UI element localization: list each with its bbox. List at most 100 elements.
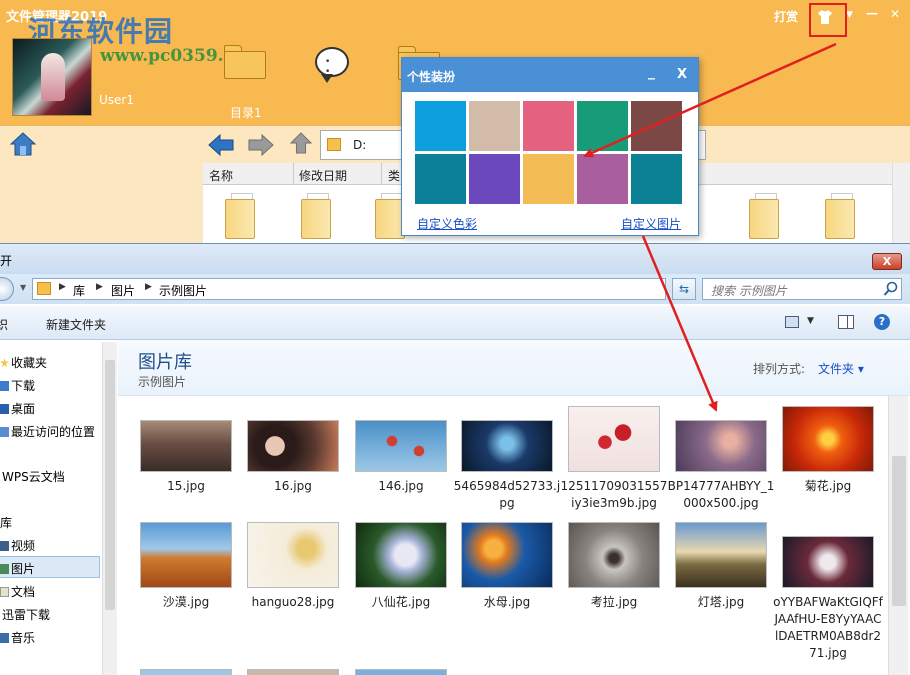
- color-swatch[interactable]: [523, 101, 574, 151]
- crumb-arrow-icon[interactable]: ▶: [145, 282, 152, 292]
- file-item[interactable]: 沙漠.jpg: [140, 522, 232, 611]
- chat-bubble-icon[interactable]: • •: [315, 47, 349, 83]
- file-item[interactable]: 八仙花.jpg: [355, 522, 447, 611]
- address-bar[interactable]: ▶ 库 ▶ 图片 ▶ 示例图片 ▼: [32, 278, 695, 300]
- file-item[interactable]: 水母.jpg: [461, 522, 553, 611]
- nav-music[interactable]: 音乐: [0, 629, 35, 646]
- nav-wps[interactable]: WPS云文档: [0, 468, 65, 485]
- video-icon: [0, 541, 9, 551]
- dialog-minimize-button[interactable]: _: [648, 64, 655, 80]
- download-icon: [0, 381, 9, 391]
- music-icon: [0, 633, 9, 643]
- nav-documents[interactable]: 文档: [0, 583, 35, 600]
- nav-recent[interactable]: 最近访问的位置: [0, 423, 95, 440]
- nav-thunder[interactable]: 迅雷下载: [0, 606, 50, 623]
- file-folder-icon[interactable]: [225, 193, 255, 239]
- color-swatch[interactable]: [577, 101, 628, 151]
- file-name: BP14777AHBYY_1000x500.jpg: [667, 479, 775, 510]
- crumb-arrow-icon[interactable]: ▶: [59, 282, 66, 292]
- breadcrumb-library[interactable]: 库: [73, 282, 85, 299]
- dialog-close-button[interactable]: X: [677, 67, 687, 82]
- crumb-arrow-icon[interactable]: ▶: [96, 282, 103, 292]
- home-icon[interactable]: [10, 131, 36, 157]
- custom-image-link[interactable]: 自定义图片: [621, 215, 681, 232]
- color-swatch[interactable]: [415, 101, 466, 151]
- file-item[interactable]: hanguo28.jpg: [247, 522, 339, 611]
- color-swatch[interactable]: [577, 154, 628, 204]
- nav-desktop[interactable]: 桌面: [0, 400, 35, 417]
- command-bar: 织 新建文件夹 ▼ ?: [0, 306, 910, 340]
- minimize-button[interactable]: —: [866, 6, 878, 20]
- file-item[interactable]: 12511709031557iy3ie3m9b.jpg: [561, 406, 667, 512]
- thumbnail-partial[interactable]: [355, 669, 447, 675]
- help-icon[interactable]: ?: [874, 314, 890, 330]
- file-folder-icon[interactable]: [825, 193, 855, 239]
- file-item[interactable]: 15.jpg: [140, 420, 232, 495]
- history-dropdown-icon[interactable]: ▼: [20, 283, 26, 292]
- avatar[interactable]: [12, 38, 92, 116]
- organize-button[interactable]: 织: [0, 316, 8, 333]
- forward-arrow-icon[interactable]: [248, 134, 274, 156]
- nav-scrollbar[interactable]: [102, 342, 117, 675]
- color-swatch[interactable]: [469, 154, 520, 204]
- nav-downloads[interactable]: 下载: [0, 377, 35, 394]
- nav-favorites[interactable]: 收藏夹: [0, 354, 47, 371]
- file-item[interactable]: 考拉.jpg: [568, 522, 660, 611]
- new-folder-button[interactable]: 新建文件夹: [46, 316, 106, 333]
- thumbnail: [782, 406, 874, 472]
- content-scrollbar[interactable]: [888, 396, 908, 675]
- color-swatch[interactable]: [523, 154, 574, 204]
- search-icon[interactable]: [883, 281, 899, 297]
- file-item[interactable]: 灯塔.jpg: [675, 522, 767, 611]
- thumbnail-partial[interactable]: [247, 669, 339, 675]
- dropdown-icon[interactable]: ▼: [846, 10, 853, 20]
- nav-scroll-thumb[interactable]: [105, 360, 115, 610]
- nav-videos[interactable]: 视频: [0, 537, 35, 554]
- file-item[interactable]: 5465984d52733.jpg: [454, 420, 560, 512]
- nav-pictures[interactable]: 图片: [0, 560, 35, 577]
- thumbnail: [355, 522, 447, 588]
- highlight-box: [809, 3, 847, 37]
- file-item[interactable]: BP14777AHBYY_1000x500.jpg: [668, 420, 774, 512]
- refresh-button[interactable]: ⇆: [672, 278, 696, 300]
- breadcrumb-sample[interactable]: 示例图片: [159, 282, 207, 299]
- content-scroll-thumb[interactable]: [892, 456, 906, 606]
- user-name: User1: [99, 93, 134, 107]
- custom-color-link[interactable]: 自定义色彩: [417, 215, 477, 232]
- file-item[interactable]: 146.jpg: [355, 420, 447, 495]
- back-arrow-icon[interactable]: [208, 134, 234, 156]
- color-swatch[interactable]: [631, 101, 682, 151]
- color-swatch[interactable]: [415, 154, 466, 204]
- nav-library[interactable]: 库: [0, 514, 12, 531]
- view-dropdown-icon[interactable]: ▼: [807, 316, 814, 326]
- close-button[interactable]: ✕: [890, 7, 900, 21]
- back-button[interactable]: [0, 277, 14, 301]
- tip-button[interactable]: 打赏: [774, 8, 798, 25]
- up-arrow-icon[interactable]: [288, 132, 314, 154]
- library-header: 图片库 示例图片 排列方式: 文件夹 ▾: [118, 340, 910, 396]
- thumbnail: [140, 420, 232, 472]
- file-folder-icon[interactable]: [301, 193, 331, 239]
- column-modified[interactable]: 修改日期: [299, 167, 347, 184]
- app-left-panel: [0, 163, 203, 243]
- preview-pane-icon[interactable]: [838, 315, 854, 329]
- file-item[interactable]: 菊花.jpg: [782, 406, 874, 495]
- explorer-titlebar: 开 X: [0, 244, 910, 274]
- color-swatch[interactable]: [469, 101, 520, 151]
- view-icon[interactable]: [785, 316, 799, 328]
- folder-icon[interactable]: [224, 45, 266, 79]
- avatar-figure: [41, 53, 65, 101]
- sort-dropdown[interactable]: 文件夹 ▾: [818, 360, 864, 377]
- app-scrollbar[interactable]: [892, 163, 910, 243]
- explorer-close-button[interactable]: X: [872, 253, 902, 270]
- file-item[interactable]: 16.jpg: [247, 420, 339, 495]
- breadcrumb-pictures[interactable]: 图片: [111, 282, 135, 299]
- thumbnail-partial[interactable]: [140, 669, 232, 675]
- thumbnail: [247, 420, 339, 472]
- search-input[interactable]: 搜索 示例图片: [702, 278, 902, 300]
- file-item[interactable]: oYYBAFWaKtGIQFfJAAfHU-E8YyYAAClDAETRM0AB…: [773, 536, 883, 662]
- color-swatch[interactable]: [631, 154, 682, 204]
- column-name[interactable]: 名称: [209, 167, 233, 184]
- file-folder-icon[interactable]: [749, 193, 779, 239]
- column-type[interactable]: 类: [388, 167, 400, 184]
